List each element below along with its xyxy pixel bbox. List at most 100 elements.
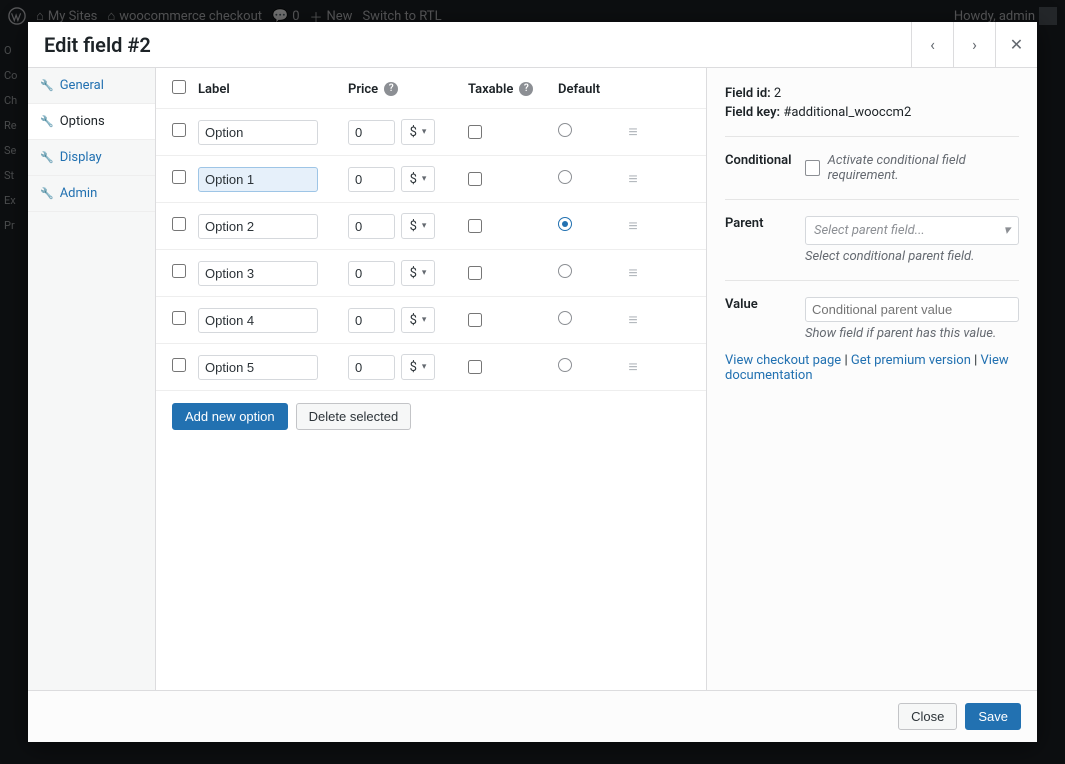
conditional-help: Activate conditional field requirement. bbox=[828, 153, 1019, 183]
option-label-input[interactable] bbox=[198, 261, 318, 286]
col-head-label: Label bbox=[198, 82, 348, 97]
drag-handle-icon[interactable]: ≡ bbox=[628, 357, 637, 376]
currency-symbol: $ bbox=[410, 313, 417, 328]
option-default-radio[interactable] bbox=[558, 264, 572, 278]
option-row: $≡ bbox=[156, 109, 706, 156]
wrench-icon: 🔧 bbox=[40, 187, 54, 200]
option-label-input[interactable] bbox=[198, 120, 318, 145]
option-label-input[interactable] bbox=[198, 355, 318, 380]
chevron-down-icon: ▾ bbox=[1003, 223, 1010, 238]
delete-selected-button[interactable]: Delete selected bbox=[296, 403, 412, 430]
row-select-checkbox[interactable] bbox=[172, 311, 186, 325]
wrench-icon: 🔧 bbox=[40, 115, 54, 128]
col-head-taxable: Taxable bbox=[468, 82, 513, 97]
option-row: $≡ bbox=[156, 203, 706, 250]
edit-field-modal: Edit field #2 ‹ › ✕ 🔧 General 🔧 Options bbox=[28, 22, 1037, 742]
option-price-input[interactable] bbox=[348, 261, 395, 286]
parent-select-placeholder: Select parent field... bbox=[814, 223, 925, 238]
save-button[interactable]: Save bbox=[965, 703, 1021, 730]
help-icon[interactable]: ? bbox=[384, 82, 398, 96]
parent-select[interactable]: Select parent field... ▾ bbox=[805, 216, 1019, 245]
tab-general[interactable]: 🔧 General bbox=[28, 68, 155, 104]
row-select-checkbox[interactable] bbox=[172, 358, 186, 372]
currency-symbol: $ bbox=[410, 360, 417, 375]
field-id-label: Field id: bbox=[725, 86, 771, 101]
option-price-input[interactable] bbox=[348, 167, 395, 192]
option-price-input[interactable] bbox=[348, 355, 395, 380]
tab-admin-label: Admin bbox=[60, 186, 98, 201]
field-key-label: Field key: bbox=[725, 105, 780, 120]
currency-select[interactable]: $ bbox=[401, 354, 435, 380]
parent-label: Parent bbox=[725, 216, 805, 231]
prev-field-button[interactable]: ‹ bbox=[911, 22, 953, 67]
currency-select[interactable]: $ bbox=[401, 119, 435, 145]
side-panel: Field id: 2 Field key: #additional_woocc… bbox=[707, 68, 1037, 690]
option-default-radio[interactable] bbox=[558, 217, 572, 231]
tab-options[interactable]: 🔧 Options bbox=[28, 104, 155, 140]
option-row: $≡ bbox=[156, 297, 706, 344]
currency-select[interactable]: $ bbox=[401, 213, 435, 239]
view-checkout-link[interactable]: View checkout page bbox=[725, 353, 841, 368]
modal-title: Edit field #2 bbox=[44, 33, 151, 57]
currency-symbol: $ bbox=[410, 125, 417, 140]
tab-admin[interactable]: 🔧 Admin bbox=[28, 176, 155, 212]
drag-handle-icon[interactable]: ≡ bbox=[628, 263, 637, 282]
currency-symbol: $ bbox=[410, 172, 417, 187]
drag-handle-icon[interactable]: ≡ bbox=[628, 216, 637, 235]
parent-help: Select conditional parent field. bbox=[805, 249, 1019, 264]
close-button[interactable]: Close bbox=[898, 703, 957, 730]
value-label: Value bbox=[725, 297, 805, 312]
drag-handle-icon[interactable]: ≡ bbox=[628, 122, 637, 141]
get-premium-link[interactable]: Get premium version bbox=[851, 353, 971, 368]
chevron-right-icon: › bbox=[972, 35, 977, 54]
row-select-checkbox[interactable] bbox=[172, 264, 186, 278]
currency-select[interactable]: $ bbox=[401, 260, 435, 286]
option-label-input[interactable] bbox=[198, 308, 318, 333]
field-key-value: #additional_wooccm2 bbox=[783, 105, 911, 120]
tab-general-label: General bbox=[60, 78, 104, 93]
row-select-checkbox[interactable] bbox=[172, 217, 186, 231]
option-taxable-checkbox[interactable] bbox=[468, 125, 482, 139]
tab-display[interactable]: 🔧 Display bbox=[28, 140, 155, 176]
option-default-radio[interactable] bbox=[558, 358, 572, 372]
conditional-checkbox[interactable] bbox=[805, 160, 820, 176]
option-default-radio[interactable] bbox=[558, 311, 572, 325]
option-default-radio[interactable] bbox=[558, 123, 572, 137]
option-label-input[interactable] bbox=[198, 167, 318, 192]
value-help: Show field if parent has this value. bbox=[805, 326, 1019, 341]
modal-footer: Close Save bbox=[28, 690, 1037, 742]
conditional-label: Conditional bbox=[725, 153, 805, 168]
option-price-input[interactable] bbox=[348, 308, 395, 333]
select-all-checkbox[interactable] bbox=[172, 80, 186, 94]
tab-display-label: Display bbox=[60, 150, 102, 165]
option-price-input[interactable] bbox=[348, 214, 395, 239]
chevron-left-icon: ‹ bbox=[930, 35, 935, 54]
currency-select[interactable]: $ bbox=[401, 307, 435, 333]
option-price-input[interactable] bbox=[348, 120, 395, 145]
tab-options-label: Options bbox=[60, 114, 105, 129]
drag-handle-icon[interactable]: ≡ bbox=[628, 310, 637, 329]
option-taxable-checkbox[interactable] bbox=[468, 266, 482, 280]
option-taxable-checkbox[interactable] bbox=[468, 360, 482, 374]
field-id-value: 2 bbox=[774, 86, 781, 101]
option-taxable-checkbox[interactable] bbox=[468, 219, 482, 233]
option-label-input[interactable] bbox=[198, 214, 318, 239]
option-row: $≡ bbox=[156, 250, 706, 297]
tab-sidebar: 🔧 General 🔧 Options 🔧 Display 🔧 Admin bbox=[28, 68, 156, 690]
help-icon[interactable]: ? bbox=[519, 82, 533, 96]
row-select-checkbox[interactable] bbox=[172, 170, 186, 184]
option-default-radio[interactable] bbox=[558, 170, 572, 184]
currency-select[interactable]: $ bbox=[401, 166, 435, 192]
option-taxable-checkbox[interactable] bbox=[468, 172, 482, 186]
add-option-button[interactable]: Add new option bbox=[172, 403, 288, 430]
options-table-head: Label Price ? Taxable ? Default bbox=[156, 68, 706, 109]
option-row: $≡ bbox=[156, 344, 706, 391]
next-field-button[interactable]: › bbox=[953, 22, 995, 67]
option-row: $≡ bbox=[156, 156, 706, 203]
drag-handle-icon[interactable]: ≡ bbox=[628, 169, 637, 188]
col-head-default: Default bbox=[558, 82, 618, 97]
close-modal-button[interactable]: ✕ bbox=[995, 22, 1037, 67]
option-taxable-checkbox[interactable] bbox=[468, 313, 482, 327]
value-input[interactable] bbox=[805, 297, 1019, 322]
row-select-checkbox[interactable] bbox=[172, 123, 186, 137]
